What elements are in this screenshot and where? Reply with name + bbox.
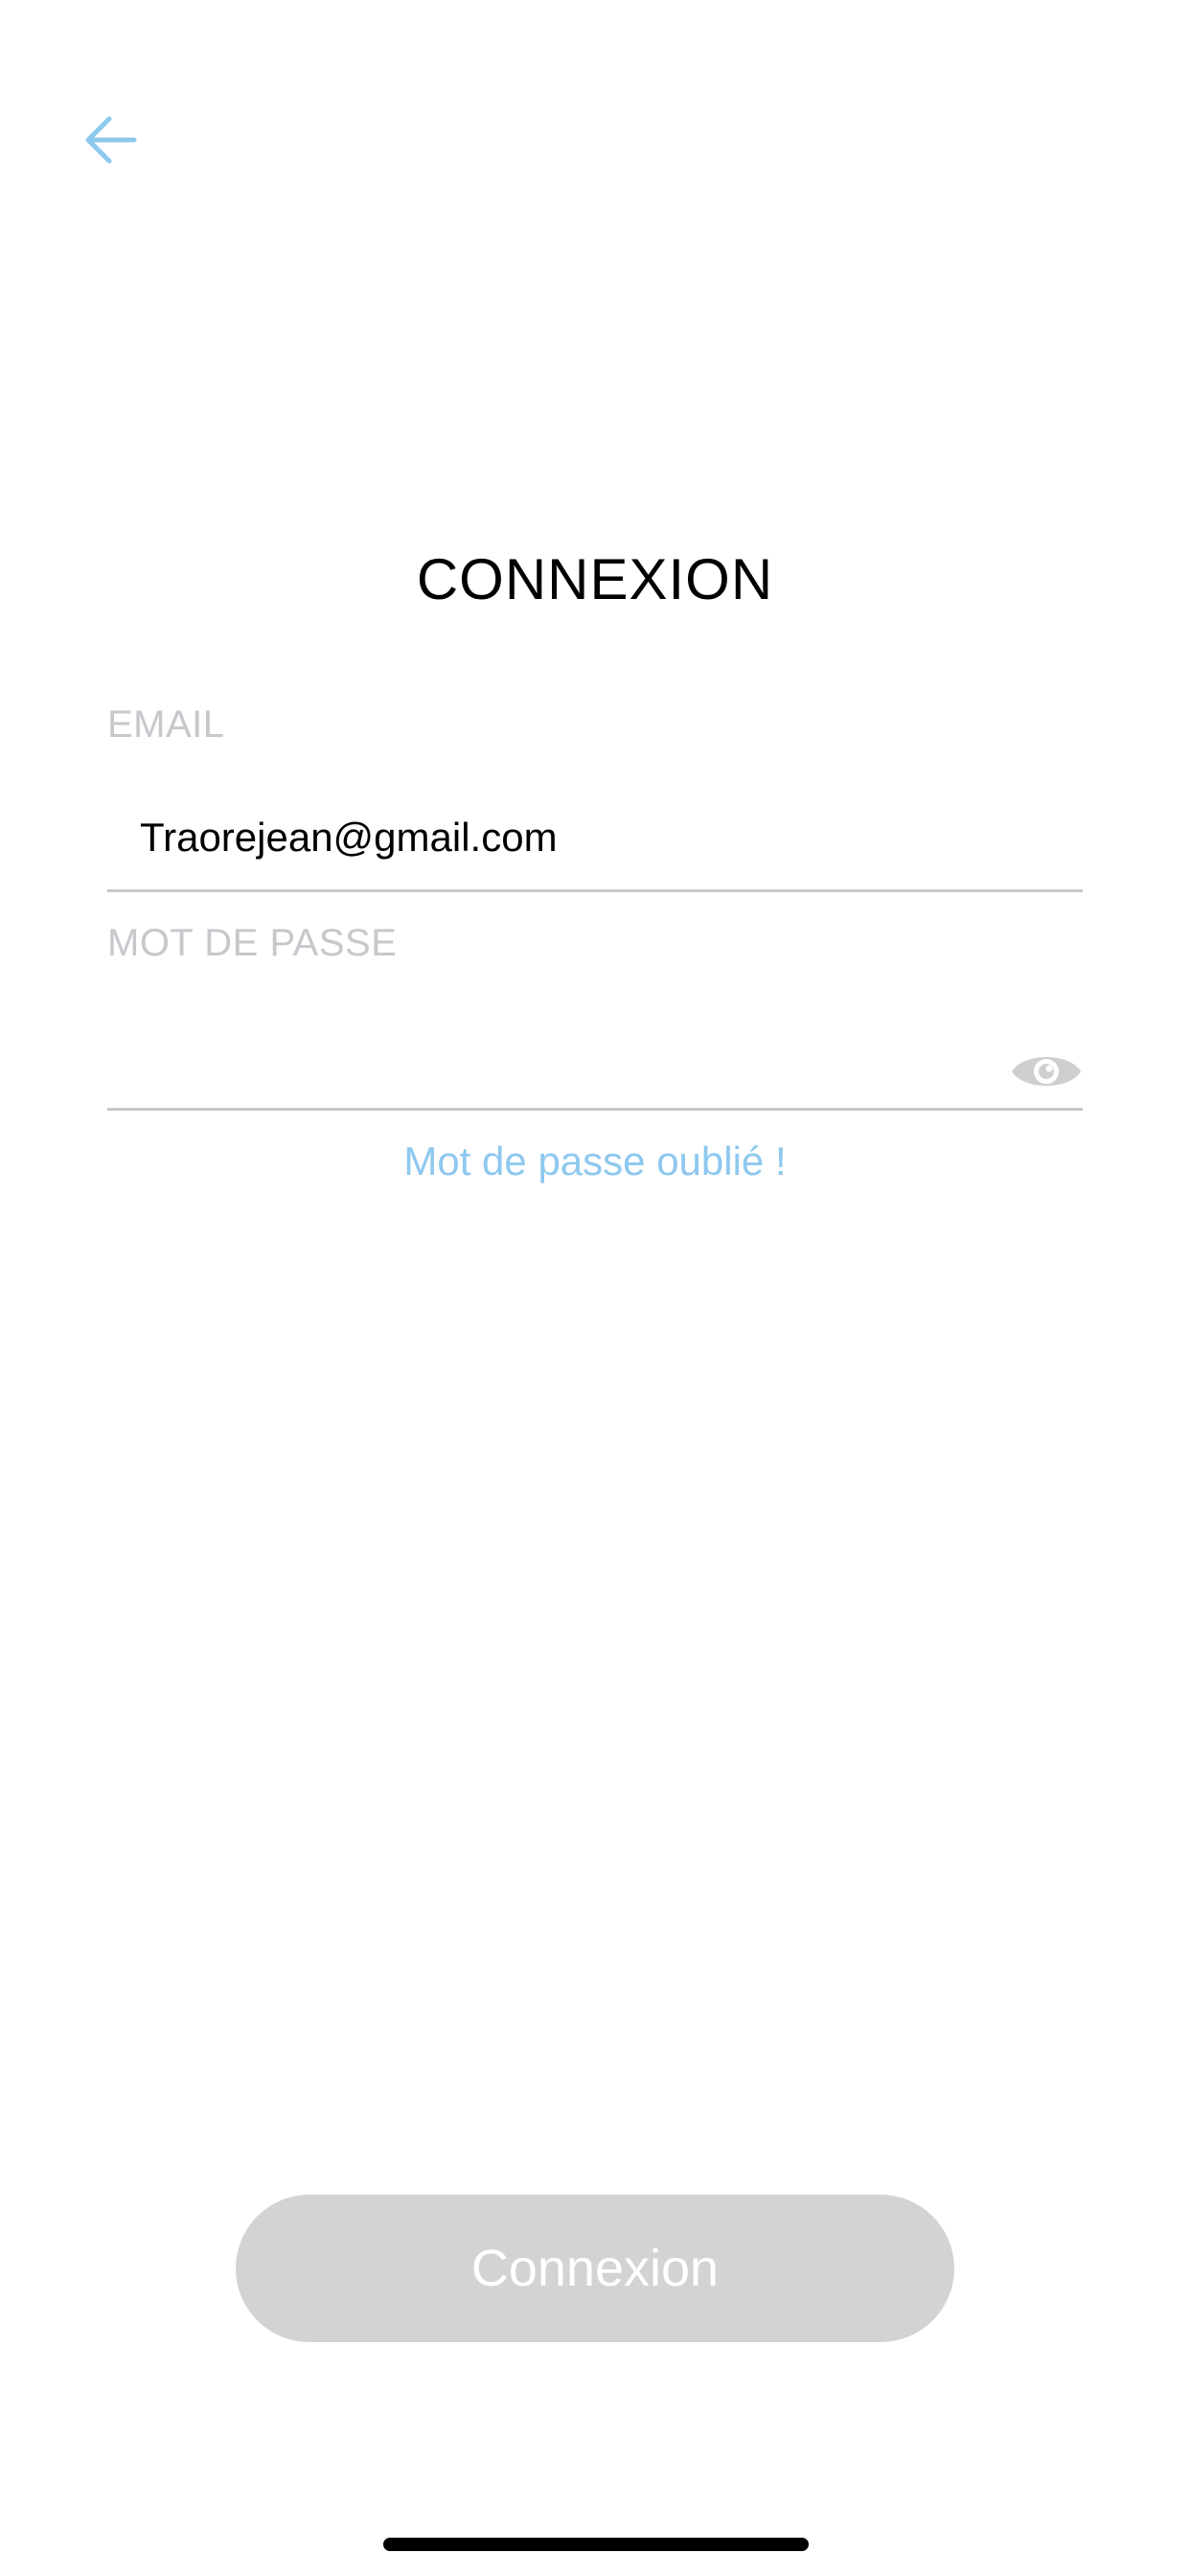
password-field[interactable]	[107, 1033, 1083, 1110]
eye-icon	[1012, 1057, 1081, 1086]
email-label: EMAIL	[107, 703, 225, 746]
email-field[interactable]	[107, 799, 1083, 876]
home-indicator	[383, 2538, 809, 2551]
show-password-button[interactable]	[1010, 1045, 1083, 1098]
email-divider	[107, 889, 1083, 892]
login-button[interactable]: Connexion	[236, 2195, 954, 2342]
forgot-password-link[interactable]: Mot de passe oublié !	[0, 1138, 1190, 1184]
password-label: MOT DE PASSE	[107, 922, 398, 964]
back-button[interactable]	[77, 105, 146, 174]
password-divider	[107, 1108, 1083, 1111]
arrow-left-icon	[85, 116, 137, 164]
page-title: CONNEXION	[416, 547, 774, 611]
